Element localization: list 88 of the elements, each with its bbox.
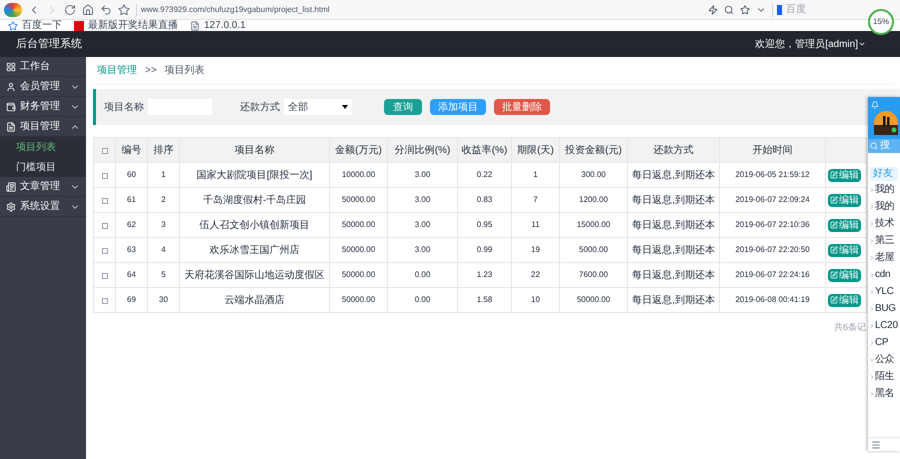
sidebar-icon — [6, 82, 16, 92]
sidebar-item[interactable]: 财务管理 — [0, 97, 86, 117]
field-label: 项目名称 — [104, 100, 144, 114]
row-checkbox[interactable] — [102, 173, 108, 179]
breadcrumb-item: 项目列表 — [164, 64, 205, 78]
table-cell: 云端水晶酒店 — [180, 288, 330, 312]
sidebar-item[interactable]: 文章管理 — [0, 177, 86, 197]
bookmark-link[interactable]: 百度一下 — [22, 20, 62, 30]
row-checkbox[interactable] — [102, 248, 108, 254]
table-cell: 50000.00 — [560, 288, 628, 312]
star-icon[interactable] — [118, 4, 130, 16]
sidebar-icon — [6, 62, 16, 72]
row-checkbox[interactable] — [102, 198, 108, 204]
table-cell: 1.58 — [458, 288, 512, 312]
contact-group[interactable]: 第三 — [868, 232, 900, 249]
table-cell: 10 — [512, 288, 560, 312]
edit-icon — [830, 271, 838, 279]
contact-group[interactable]: YLC — [868, 283, 900, 300]
table-cell: 2019-06-08 00:41:19 — [720, 288, 826, 312]
edit-button[interactable]: 编辑 — [828, 168, 861, 182]
table-cell: 30 — [148, 288, 180, 312]
table-cell: 50000.00 — [330, 288, 388, 312]
contact-group[interactable]: 我的 — [868, 181, 900, 198]
table-cell: 0.00 — [388, 288, 458, 312]
logo-icon — [74, 20, 84, 30]
sidebar-subitem[interactable]: 门槛项目 — [0, 157, 86, 177]
contact-group[interactable]: 公众 — [868, 351, 900, 368]
search-icon[interactable] — [724, 4, 734, 14]
table-cell: 每日返息,到期还本 — [628, 288, 720, 312]
sidebar-subitem[interactable]: 项目列表 — [0, 137, 86, 157]
action-button[interactable]: 批量删除 — [494, 99, 550, 115]
contact-group[interactable]: BUG — [868, 300, 900, 317]
home-icon[interactable] — [82, 4, 94, 16]
lightning-icon[interactable] — [708, 4, 718, 14]
contact-group[interactable]: CP — [868, 334, 900, 351]
contact-group[interactable]: cdn — [868, 266, 900, 283]
address-bar[interactable]: www.973929.com/chufuzg19vgabum/project_list.html — [136, 4, 702, 16]
contact-group[interactable]: 技术 — [868, 215, 900, 232]
repay-select[interactable]: 全部 — [284, 99, 352, 115]
menu-icon[interactable] — [871, 440, 881, 450]
sidebar-icon — [6, 102, 16, 112]
edit-button[interactable]: 编辑 — [828, 268, 861, 282]
edit-icon — [830, 296, 838, 304]
bookmark-link[interactable]: 127.0.0.1 — [204, 20, 246, 30]
edit-icon — [830, 196, 838, 204]
field-label: 还款方式 — [240, 100, 280, 114]
edit-icon — [830, 171, 838, 179]
caret-icon — [858, 40, 866, 48]
sidebar-icon — [6, 202, 16, 212]
breadcrumb-item[interactable]: 项目管理 — [97, 63, 137, 78]
edit-button[interactable]: 编辑 — [828, 244, 861, 256]
browser-logo-icon — [4, 2, 22, 16]
row-checkbox[interactable] — [102, 298, 108, 304]
sidebar-item[interactable]: 会员管理 — [0, 77, 86, 97]
sidebar-item[interactable]: 工作台 — [0, 57, 86, 77]
bookmark-link[interactable]: 最新版开奖结果直播 — [88, 20, 178, 30]
edit-button[interactable]: 编辑 — [828, 194, 861, 206]
search-field[interactable]: 百度 — [786, 2, 856, 17]
reload-icon[interactable] — [64, 4, 76, 16]
edit-icon — [830, 221, 838, 229]
sidebar-icon — [6, 122, 16, 132]
user-menu[interactable]: 欢迎您，管理员[admin] — [755, 36, 858, 52]
table-cell: 69 — [116, 288, 148, 312]
edit-button[interactable]: 编辑 — [828, 294, 861, 306]
contact-group[interactable]: LC20 — [868, 317, 900, 334]
column-header: 项目名称 — [180, 138, 330, 162]
bell-icon — [871, 101, 879, 109]
page-icon — [190, 20, 200, 30]
sidebar-icon — [6, 182, 16, 192]
select-all-checkbox[interactable] — [102, 148, 108, 154]
edit-button[interactable]: 编辑 — [828, 218, 861, 232]
search-icon — [870, 142, 878, 150]
star-icon[interactable] — [740, 4, 750, 14]
contact-group[interactable]: 老屋 — [868, 249, 900, 266]
row-checkbox[interactable] — [102, 223, 108, 229]
contact-group[interactable]: 黑名 — [868, 385, 900, 402]
edit-icon — [830, 246, 838, 254]
undo-icon[interactable] — [100, 4, 112, 16]
caret-icon — [342, 105, 348, 109]
star-icon — [8, 20, 18, 30]
sidebar-item[interactable]: 系统设置 — [0, 197, 86, 217]
record-count: 共6条记 — [834, 321, 866, 334]
breadcrumb-separator: >> — [145, 64, 157, 78]
row-checkbox[interactable] — [102, 273, 108, 279]
column-header: 开始时间 — [720, 138, 826, 162]
contact-group[interactable]: 我的 — [868, 198, 900, 215]
app-title: 后台管理系统 — [16, 36, 82, 52]
contact-group[interactable]: 陌生 — [868, 368, 900, 385]
